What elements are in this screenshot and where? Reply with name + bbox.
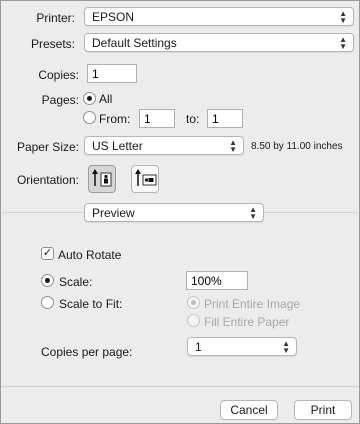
presets-label: Presets: (30, 37, 75, 51)
print-dialog: Printer: EPSON ▲ ▼ Presets: Default Setti… (0, 0, 360, 424)
fill-entire-paper-radio[interactable] (187, 314, 200, 327)
scale-radio[interactable] (41, 274, 54, 287)
paper-dimensions: 8.50 by 11.00 inches (251, 141, 343, 152)
scale-to-fit-radio[interactable] (41, 296, 54, 309)
footer-divider (1, 386, 359, 387)
printer-label: Printer: (36, 11, 75, 25)
landscape-orientation-icon (135, 169, 157, 186)
pages-from-input[interactable] (139, 109, 175, 128)
copies-per-page-value: 1 (195, 340, 202, 354)
pages-to-input[interactable] (207, 109, 243, 128)
pages-label: Pages: (41, 93, 79, 107)
pages-all-radio[interactable] (83, 92, 96, 105)
cancel-button[interactable]: Cancel (220, 400, 278, 420)
auto-rotate-label: Auto Rotate (58, 248, 122, 262)
scale-label: Scale: (59, 275, 93, 289)
print-entire-image-radio[interactable] (187, 296, 200, 309)
portrait-button[interactable] (88, 165, 116, 193)
section-select[interactable]: Preview ▲ ▼ (84, 203, 264, 222)
printer-select[interactable]: EPSON ▲ ▼ (84, 7, 354, 26)
chevron-updown-icon: ▲ ▼ (339, 8, 347, 25)
auto-rotate-checkbox[interactable]: ✓ (41, 247, 54, 260)
presets-value: Default Settings (92, 36, 177, 50)
pages-from-radio[interactable] (83, 111, 96, 124)
print-button[interactable]: Print (294, 400, 352, 420)
copies-input[interactable] (87, 64, 137, 83)
copies-per-page-select[interactable]: 1 ▲ ▼ (187, 337, 297, 356)
paper-size-value: US Letter (92, 139, 143, 153)
checkmark-icon: ✓ (42, 247, 53, 259)
print-entire-image-label: Print Entire Image (204, 297, 301, 311)
paper-size-select[interactable]: US Letter ▲ ▼ (84, 136, 244, 155)
scale-to-fit-label: Scale to Fit: (59, 297, 123, 311)
landscape-button[interactable] (131, 165, 159, 193)
pages-from-label: From: (99, 112, 131, 126)
fill-entire-paper-label: Fill Entire Paper (204, 315, 290, 329)
copies-label: Copies: (38, 68, 79, 82)
pages-to-label: to: (186, 112, 200, 126)
paper-size-label: Paper Size: (16, 140, 79, 154)
printer-value: EPSON (92, 10, 135, 24)
portrait-orientation-icon (92, 169, 112, 187)
presets-select[interactable]: Default Settings ▲ ▼ (84, 33, 354, 52)
pages-all-label: All (99, 92, 113, 106)
chevron-updown-icon: ▲ ▼ (229, 137, 237, 154)
chevron-updown-icon: ▲ ▼ (282, 338, 290, 355)
orientation-label: Orientation: (16, 173, 79, 187)
copies-per-page-label: Copies per page: (41, 345, 133, 359)
scale-input[interactable] (186, 271, 248, 290)
chevron-updown-icon: ▲ ▼ (339, 34, 347, 51)
chevron-updown-icon: ▲ ▼ (249, 204, 257, 221)
section-select-value: Preview (92, 206, 135, 220)
